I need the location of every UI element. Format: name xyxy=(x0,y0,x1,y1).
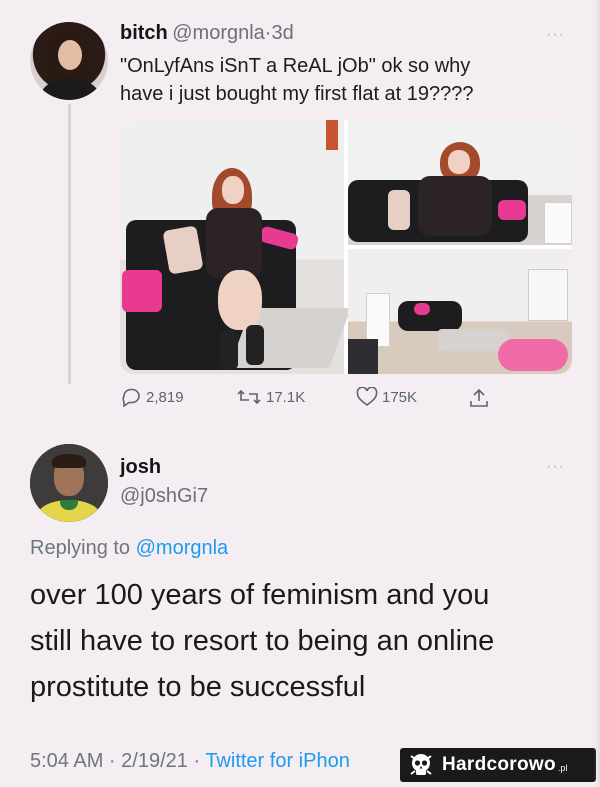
tweet-media-grid xyxy=(120,120,572,374)
share-action[interactable] xyxy=(468,387,490,409)
reply-header: josh @j0shGi7 xyxy=(120,456,208,508)
reply-author-name[interactable]: josh xyxy=(120,456,208,479)
tweet-age[interactable]: 3d xyxy=(271,22,293,44)
reply-footer: 5:04 AM · 2/19/21 · Twitter for iPhon xyxy=(30,750,350,773)
tweet-text-line: have i just bought my first flat at 19??… xyxy=(120,83,474,105)
retweet-icon xyxy=(237,389,261,405)
like-action[interactable]: 175K xyxy=(356,387,417,407)
tweet-text-line: "OnLyfAns iSnT a ReAL jOb" ok so why xyxy=(120,55,471,77)
author-handle[interactable]: @morgnla xyxy=(172,22,265,44)
reply-count: 2,819 xyxy=(146,388,184,406)
like-icon xyxy=(356,387,378,406)
watermark-text: Hardcorowo xyxy=(442,754,556,775)
author-avatar[interactable] xyxy=(30,22,108,100)
reply-text-line: still have to resort to being an online xyxy=(30,625,495,657)
reply-action[interactable]: 2,819 xyxy=(120,387,184,407)
retweet-action[interactable]: 17.1K xyxy=(236,387,305,407)
thread-line xyxy=(68,104,71,384)
replying-to-handle[interactable]: @morgnla xyxy=(136,537,229,559)
tweet-actions: 2,819 17.1K 175K xyxy=(120,387,520,415)
tweet-header: bitch @morgnla·3d xyxy=(120,22,294,45)
media-photo-1[interactable] xyxy=(120,120,351,374)
media-photo-2[interactable] xyxy=(348,120,572,245)
retweet-count: 17.1K xyxy=(266,388,306,406)
reply-timestamp[interactable]: 5:04 AM · 2/19/21 · xyxy=(30,750,200,772)
reply-author-avatar[interactable] xyxy=(30,444,108,522)
reply-text-line: over 100 years of feminism and you xyxy=(30,579,490,611)
skull-icon xyxy=(410,754,432,775)
watermark-suffix: .pl xyxy=(557,763,568,773)
reply-author-handle[interactable]: @j0shGi7 xyxy=(120,485,208,508)
share-icon xyxy=(470,388,488,407)
reply-icon xyxy=(122,388,140,407)
watermark-logo: Hardcorowo .pl xyxy=(400,748,596,782)
reply-text: over 100 years of feminism and you still… xyxy=(30,572,494,710)
replying-to: Replying to @morgnla xyxy=(30,537,228,560)
tweet-text: "OnLyfAns iSnT a ReAL jOb" ok so why hav… xyxy=(120,52,474,108)
like-count: 175K xyxy=(382,388,418,406)
author-name[interactable]: bitch xyxy=(120,22,168,44)
replying-to-prefix: Replying to xyxy=(30,537,131,559)
more-options-icon[interactable]: ··· xyxy=(546,26,565,44)
reply-client[interactable]: Twitter for iPhon xyxy=(205,750,350,772)
edge-shadow xyxy=(594,0,600,787)
reply-more-options-icon[interactable]: ··· xyxy=(546,458,565,476)
reply-text-line: prostitute to be successful xyxy=(30,671,366,703)
media-photo-3[interactable] xyxy=(348,249,572,374)
